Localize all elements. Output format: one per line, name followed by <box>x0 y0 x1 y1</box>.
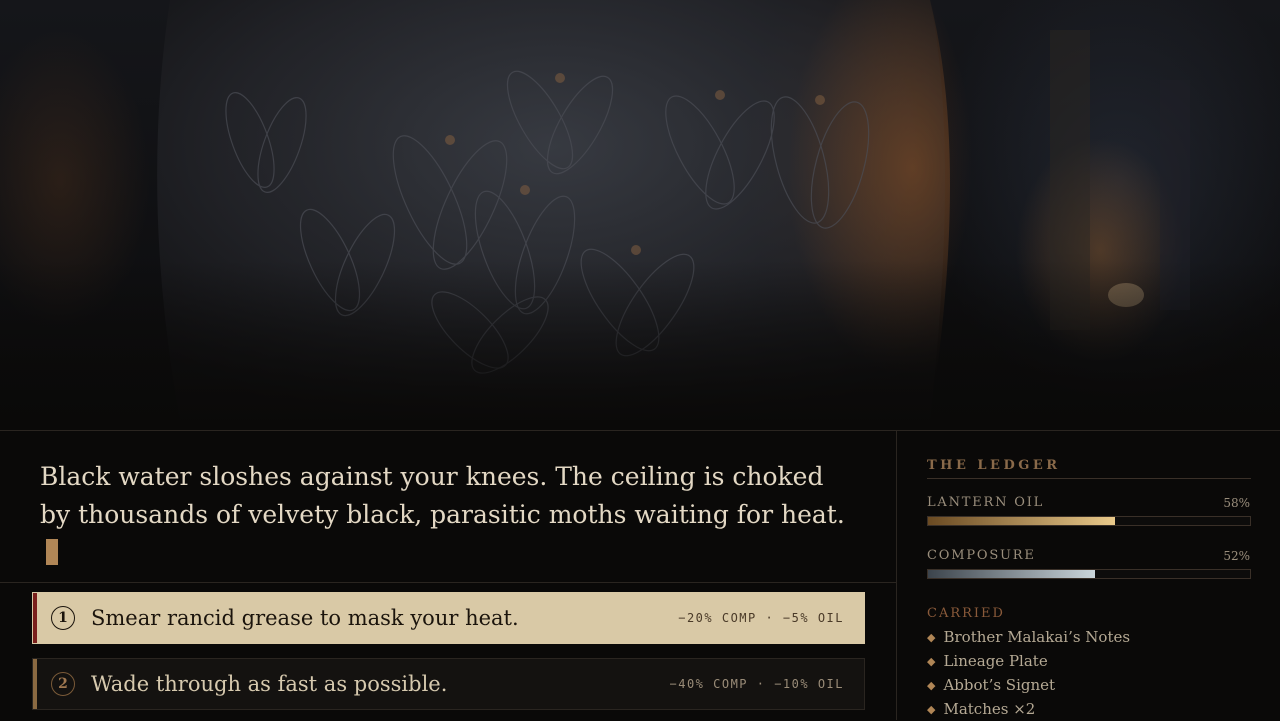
carried-item-label: Brother Malakai’s Notes <box>943 628 1131 646</box>
choice-number-badge: 2 <box>51 672 75 696</box>
choice-cost: −40% COMP · −10% OIL <box>669 677 844 691</box>
lantern-oil-bar <box>927 516 1251 526</box>
stat-label-composure: COMPOSURE <box>927 548 1036 563</box>
narrative-body: Black water sloshes against your knees. … <box>40 462 845 529</box>
choice-text: Wade through as fast as possible. <box>91 672 448 696</box>
choice-cost: −20% COMP · −5% OIL <box>678 611 844 625</box>
carried-item-label: Matches ×2 <box>943 700 1036 718</box>
lantern-oil-fill <box>928 517 1115 525</box>
choice-option-1[interactable]: 1 Smear rancid grease to mask your heat.… <box>32 592 865 644</box>
carried-item-label: Abbot’s Signet <box>943 676 1056 694</box>
diamond-icon: ◆ <box>927 654 936 668</box>
choices-divider <box>0 582 896 583</box>
choice-edge <box>33 593 37 643</box>
choice-text: Smear rancid grease to mask your heat. <box>91 606 519 630</box>
composure-fill <box>928 570 1096 578</box>
ledger-title: THE LEDGER <box>927 458 1061 473</box>
choice-edge <box>33 659 37 709</box>
scene-fade <box>0 260 1280 430</box>
stat-value-composure: 52% <box>1223 549 1250 563</box>
carried-list: ◆ Brother Malakai’s Notes ◆ Lineage Plate … <box>927 625 1130 721</box>
stat-label-lantern-oil: LANTERN OIL <box>927 495 1045 510</box>
diamond-icon: ◆ <box>927 702 936 716</box>
choice-number-badge: 1 <box>51 606 75 630</box>
ledger-rule <box>927 478 1251 479</box>
carried-item[interactable]: ◆ Brother Malakai’s Notes <box>927 625 1130 649</box>
composure-bar <box>927 569 1251 579</box>
carried-item-label: Lineage Plate <box>943 652 1048 670</box>
scene-illustration <box>0 0 1280 430</box>
diamond-icon: ◆ <box>927 630 936 644</box>
carried-label: CARRIED <box>927 606 1005 621</box>
diamond-icon: ◆ <box>927 678 936 692</box>
carried-item[interactable]: ◆ Matches ×2 <box>927 697 1130 721</box>
stat-value-lantern-oil: 58% <box>1223 496 1250 510</box>
ledger-panel: THE LEDGER LANTERN OIL 58% COMPOSURE 52%… <box>896 431 1280 720</box>
carried-item[interactable]: ◆ Abbot’s Signet <box>927 673 1130 697</box>
narrative-text: Black water sloshes against your knees. … <box>40 458 860 572</box>
carried-item[interactable]: ◆ Lineage Plate <box>927 649 1130 673</box>
choice-option-2[interactable]: 2 Wade through as fast as possible. −40%… <box>32 658 865 710</box>
cursor-block-icon <box>46 539 58 565</box>
